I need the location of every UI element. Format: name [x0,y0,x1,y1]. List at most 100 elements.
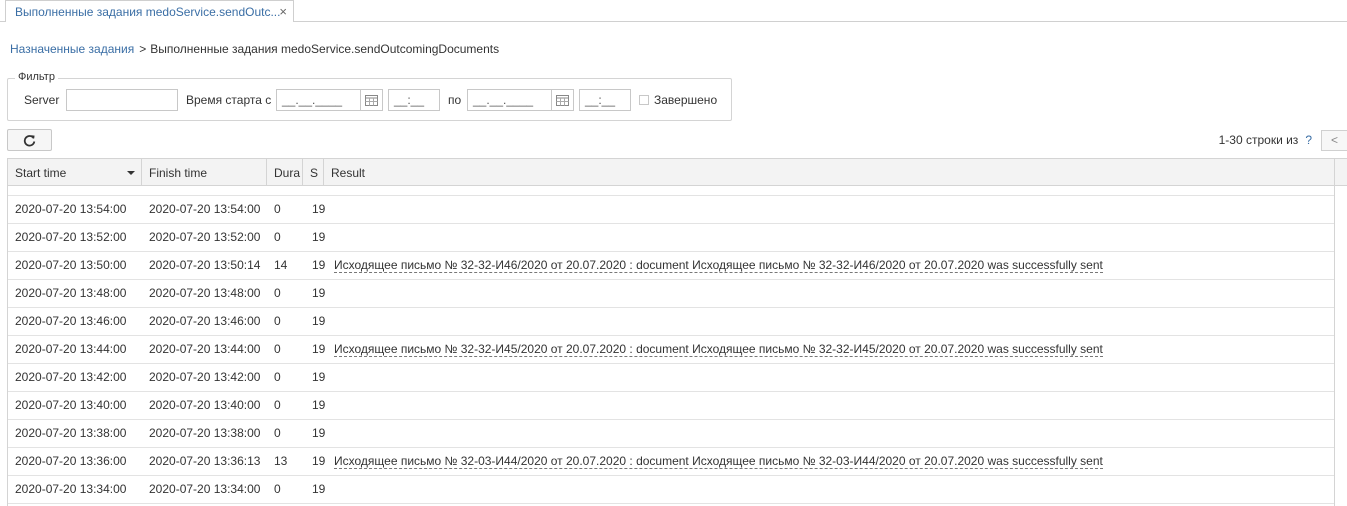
column-duration[interactable]: Dura [267,159,303,186]
cell-result: Исходящее письмо № 32-32-И46/2020 от 20.… [334,252,1324,279]
close-icon[interactable]: × [279,4,287,19]
breadcrumb-link-assigned-tasks[interactable]: Назначенные задания [10,42,134,56]
to-label: по [448,93,462,107]
column-label: Finish time [149,166,208,180]
column-start-time[interactable]: Start time [8,159,142,186]
cell-finish-time: 2020-07-20 13:46:00 [149,314,261,328]
help-icon[interactable]: ? [1305,133,1312,147]
column-s[interactable]: S [303,159,324,186]
sort-desc-icon [127,171,135,175]
cell-finish-time: 2020-07-20 13:48:00 [149,286,261,300]
table-row[interactable]: 2020-07-20 13:40:00 2020-07-20 13:40:00 … [8,392,1334,420]
date-to-input[interactable]: __.__.____ [467,89,552,111]
cell-start-time: 2020-07-20 13:38:00 [15,426,127,440]
table-row[interactable]: 2020-07-20 13:52:00 2020-07-20 13:52:00 … [8,224,1334,252]
breadcrumb: Назначенные задания > Выполненные задания … [10,42,499,56]
cell-s: 19: [312,454,326,468]
cell-s: 19: [312,230,326,244]
cell-finish-time: 2020-07-20 13:54:00 [149,202,261,216]
column-label: Dura [274,166,301,180]
table-row[interactable]: 2020-07-20 13:42:00 2020-07-20 13:42:00 … [8,364,1334,392]
cell-finish-time: 2020-07-20 13:36:13 [149,454,261,468]
cell-duration: 0 [274,286,281,300]
result-link[interactable]: Исходящее письмо № 32-32-И45/2020 от 20.… [334,342,1103,357]
completed-label: Завершено [654,93,718,107]
cell-duration: 0 [274,342,281,356]
cell-start-time: 2020-07-20 13:56:00 [15,186,141,195]
cell-duration: 0 [274,398,281,412]
table-row[interactable]: 2020-07-20 13:36:00 2020-07-20 13:36:13 … [8,448,1334,476]
table-row[interactable]: 2020-07-20 13:48:00 2020-07-20 13:48:00 … [8,280,1334,308]
column-finish-time[interactable]: Finish time [142,159,267,186]
cell-start-time: 2020-07-20 13:48:00 [15,286,127,300]
time-to-input[interactable]: __:__ [579,89,631,111]
cell-s: 19: [312,258,326,272]
date-from-input[interactable]: __.__.____ [276,89,361,111]
cell-result: Исходящее письмо № 32-32-И45/2020 от 20.… [334,336,1324,363]
cell-result [334,280,1324,307]
cell-duration: 0 [274,370,281,384]
calendar-icon[interactable] [361,89,383,111]
cell-s: 19: [312,370,326,384]
calendar-icon[interactable] [552,89,574,111]
cell-result [334,224,1324,251]
cell-result [334,196,1324,223]
time-from-input[interactable]: __:__ [388,89,440,111]
cell-duration: 13 [274,454,288,468]
cell-s: 19: [312,202,326,216]
column-result[interactable]: Result [324,159,1335,186]
cell-result: Исходящее письмо № 32-03-И44/2020 от 20.… [334,448,1324,475]
cell-duration: 0 [274,426,281,440]
pager-info: 1-30 строки из? [1219,133,1312,147]
breadcrumb-separator: > [139,42,147,56]
breadcrumb-current: Выполненные задания medoService.sendOutc… [150,42,500,56]
cell-duration: 0 [274,202,281,216]
cell-s: 19 [312,186,326,195]
cell-s: 19: [312,426,326,440]
completed-checkbox[interactable] [639,95,649,105]
cell-start-time: 2020-07-20 13:46:00 [15,314,127,328]
cell-duration: 0 [274,186,302,195]
table-row[interactable]: 2020-07-20 13:50:00 2020-07-20 13:50:14 … [8,252,1334,280]
cell-start-time: 2020-07-20 13:34:00 [15,482,127,496]
table-row[interactable]: 2020-07-20 13:46:00 2020-07-20 13:46:00 … [8,308,1334,336]
cell-duration: 0 [274,482,281,496]
cell-s: 19: [312,286,326,300]
cell-finish-time: 2020-07-20 13:44:00 [149,342,261,356]
result-link[interactable]: Исходящее письмо № 32-32-И46/2020 от 20.… [334,258,1103,273]
refresh-button[interactable] [7,129,52,151]
cell-finish-time: 2020-07-20 13:52:00 [149,230,261,244]
cell-start-time: 2020-07-20 13:42:00 [15,370,127,384]
cell-finish-time: 2020-07-20 13:38:00 [149,426,261,440]
table-row[interactable]: 2020-07-20 13:54:00 2020-07-20 13:54:00 … [8,196,1334,224]
cell-finish-time: 2020-07-20 13:40:00 [149,398,261,412]
start-time-label: Время старта с [186,93,272,107]
result-link[interactable]: Исходящее письмо № 32-03-И44/2020 от 20.… [334,454,1103,469]
tab-label: Выполненные задания medoService.sendOutc… [15,5,281,19]
cell-finish-time: 2020-07-20 13:50:14 [149,258,261,272]
cell-s: 19: [312,398,326,412]
tab-completed-tasks[interactable]: Выполненные задания medoService.sendOutc… [5,0,294,22]
table-row[interactable]: 2020-07-20 13:56:00 2020-07-20 13:56:00 … [8,186,1334,196]
results-grid: Start time Finish time Dura S Result 202… [7,158,1347,506]
cell-finish-time: 2020-07-20 13:56:00 [149,186,275,195]
pager-prev-button[interactable]: < [1321,130,1347,151]
cell-result [334,392,1324,419]
cell-start-time: 2020-07-20 13:50:00 [15,258,127,272]
filter-panel: Фильтр Server Время старта с __.__.____ … [7,71,732,121]
column-label: Start time [15,166,67,180]
server-label: Server [24,93,60,107]
table-row[interactable]: 2020-07-20 13:38:00 2020-07-20 13:38:00 … [8,420,1334,448]
table-row[interactable]: 2020-07-20 13:44:00 2020-07-20 13:44:00 … [8,336,1334,364]
cell-s: 19: [312,342,326,356]
cell-start-time: 2020-07-20 13:44:00 [15,342,127,356]
cell-start-time: 2020-07-20 13:52:00 [15,230,127,244]
filter-legend: Фильтр [15,71,58,83]
cell-s: 19: [312,314,326,328]
cell-start-time: 2020-07-20 13:40:00 [15,398,127,412]
column-label: Result [331,166,366,180]
table-row[interactable]: 2020-07-20 13:34:00 2020-07-20 13:34:00 … [8,476,1334,504]
cell-start-time: 2020-07-20 13:54:00 [15,202,127,216]
server-input[interactable] [66,89,178,111]
cell-result [334,364,1324,391]
